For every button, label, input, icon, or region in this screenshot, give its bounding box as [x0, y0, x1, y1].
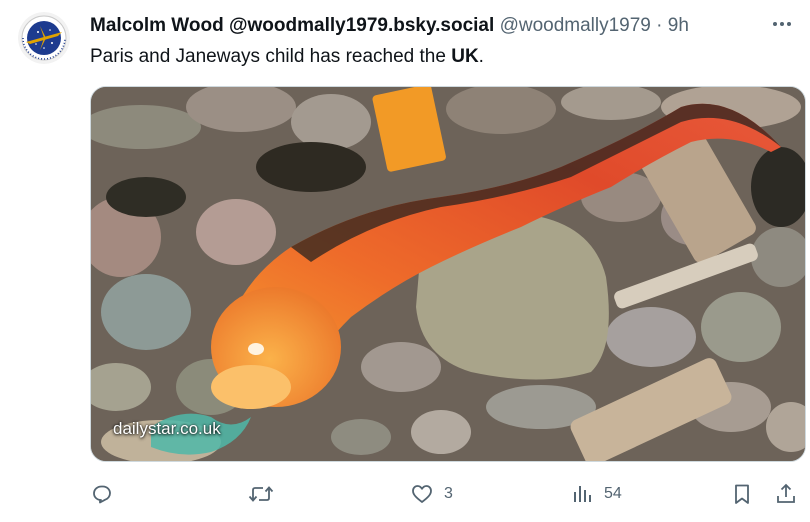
tweet-text: Paris and Janeways child has reached the… — [90, 44, 484, 70]
share-icon — [777, 483, 795, 503]
timestamp[interactable]: 9h — [668, 15, 689, 36]
tweet-text-end: . — [478, 46, 484, 67]
media-watermark: dailystar.co.uk — [113, 419, 221, 438]
more-dots-icon — [773, 22, 791, 26]
tweet-text-bold: UK — [451, 46, 479, 67]
views-count: 54 — [604, 485, 622, 502]
reply-button[interactable] — [90, 480, 114, 508]
bookmark-icon — [735, 484, 749, 504]
more-options-button[interactable] — [768, 10, 796, 38]
starfleet-emblem-icon — [18, 12, 70, 64]
tweet-text-body: Paris and Janeways child has reached the — [90, 46, 452, 67]
beach-creature-photo — [91, 87, 805, 461]
heart-icon — [412, 485, 432, 503]
tweet-header: Malcolm Wood @woodmally1979.bsky.social … — [90, 14, 689, 38]
views-button[interactable]: 54 — [570, 480, 622, 508]
retweet-icon — [248, 486, 274, 502]
tweet-action-bar: 3 54 — [90, 480, 806, 508]
like-button[interactable]: 3 — [410, 480, 453, 508]
like-count: 3 — [444, 485, 453, 502]
reply-icon — [93, 485, 111, 504]
retweet-button[interactable] — [248, 480, 274, 508]
tweet-media-image[interactable]: dailystar.co.uk — [90, 86, 806, 462]
display-name[interactable]: Malcolm Wood @woodmally1979.bsky.social — [90, 15, 494, 36]
avatar[interactable] — [18, 12, 70, 64]
share-button[interactable] — [774, 480, 798, 508]
bookmark-button[interactable] — [730, 480, 754, 508]
separator-dot: · — [656, 15, 663, 36]
views-chart-icon — [574, 486, 591, 502]
user-handle[interactable]: @woodmally1979 — [500, 15, 651, 36]
